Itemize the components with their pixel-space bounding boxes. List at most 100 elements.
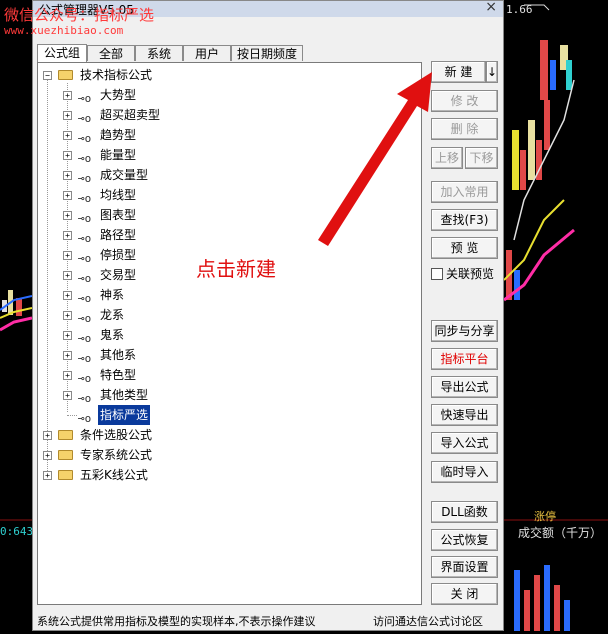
tree-node-label: 大势型 xyxy=(100,88,137,102)
expand-icon[interactable]: + xyxy=(63,251,72,260)
expand-icon[interactable]: + xyxy=(63,191,72,200)
tab-formula-group[interactable]: 公式组 xyxy=(37,44,87,62)
limit-up-label: 涨停 xyxy=(534,510,556,523)
expand-icon[interactable]: + xyxy=(63,151,72,160)
close-button[interactable]: 关 闭 xyxy=(431,583,498,605)
tree-node-child[interactable]: + ⊸o 大势型 xyxy=(38,85,418,105)
restore-formula-button[interactable]: 公式恢复 xyxy=(431,529,498,551)
tree-node-child[interactable]: + ⊸o 能量型 xyxy=(38,145,418,165)
tree-node-label: 超买超卖型 xyxy=(100,108,161,122)
expand-icon[interactable]: + xyxy=(63,291,72,300)
tree-node-label: 成交量型 xyxy=(100,168,149,182)
preview-button[interactable]: 预 览 xyxy=(431,237,498,259)
edit-button[interactable]: 修 改 xyxy=(431,90,498,112)
expand-icon[interactable]: + xyxy=(63,91,72,100)
tree-node-child[interactable]: + ⊸o 成交量型 xyxy=(38,165,418,185)
tree-node-child[interactable]: + ⊸o 趋势型 xyxy=(38,125,418,145)
expand-icon[interactable]: + xyxy=(63,131,72,140)
tab-system[interactable]: 系统 xyxy=(135,45,183,61)
temp-import-button[interactable]: 临时导入 xyxy=(431,461,498,483)
expand-icon[interactable]: + xyxy=(43,471,52,480)
export-formula-button[interactable]: 导出公式 xyxy=(431,376,498,398)
tree-node-child[interactable]: + ⊸o 路径型 xyxy=(38,225,418,245)
ui-settings-button[interactable]: 界面设置 xyxy=(431,556,498,578)
turnover-label: 成交额（千万） xyxy=(518,526,603,540)
indicator-platform-button[interactable]: 指标平台 xyxy=(431,348,498,370)
expand-icon[interactable]: + xyxy=(43,451,52,460)
delete-button[interactable]: 删 除 xyxy=(431,118,498,140)
dll-function-button[interactable]: DLL函数 xyxy=(431,501,498,523)
tree-node-child[interactable]: + ⊸o 超买超卖型 xyxy=(38,105,418,125)
expand-icon[interactable]: + xyxy=(63,271,72,280)
expand-icon[interactable]: + xyxy=(43,431,52,440)
tree-node-stock-screening[interactable]: + 条件选股公式 xyxy=(38,425,418,445)
new-button[interactable]: 新 建 xyxy=(431,61,486,83)
chart-background-right: 1.66 涨停 成交额（千万） xyxy=(504,0,608,631)
tree-node-child[interactable]: + ⊸o 龙系 xyxy=(38,305,418,325)
tab-by-date-frequency[interactable]: 按日期频度 xyxy=(231,45,303,61)
tree-node-label: 其他类型 xyxy=(100,388,149,402)
import-formula-button[interactable]: 导入公式 xyxy=(431,432,498,454)
tree-node-label: 条件选股公式 xyxy=(80,428,153,442)
tree-node-label: 均线型 xyxy=(100,188,137,202)
tree-node-label: 专家系统公式 xyxy=(80,448,153,462)
find-button[interactable]: 查找(F3) xyxy=(431,209,498,231)
expand-icon[interactable]: + xyxy=(63,311,72,320)
related-preview-label: 关联预览 xyxy=(446,267,495,281)
tree-node-label: 路径型 xyxy=(100,228,137,242)
expand-icon[interactable]: + xyxy=(63,111,72,120)
tree-node-colored-kline[interactable]: + 五彩K线公式 xyxy=(38,465,418,485)
folder-icon xyxy=(58,430,73,440)
tree-node-child[interactable]: + ⊸o 鬼系 xyxy=(38,325,418,345)
expand-icon[interactable]: + xyxy=(63,351,72,360)
expand-icon[interactable]: + xyxy=(63,231,72,240)
top-right-value: 1.66 xyxy=(506,3,533,16)
status-bar: 系统公式提供常用指标及模型的实现样本,不表示操作建议 访问通达信公式讨论区 xyxy=(33,613,503,631)
folder-icon xyxy=(58,70,73,80)
status-text: 系统公式提供常用指标及模型的实现样本,不表示操作建议 xyxy=(37,615,316,628)
watermark-url: www.xuezhibiao.com xyxy=(4,24,124,37)
tree-node-child[interactable]: + ⊸o 特色型 xyxy=(38,365,418,385)
watermark-wechat: 微信公众号：指标严选 xyxy=(4,6,155,24)
tab-all[interactable]: 全部 xyxy=(87,45,135,61)
forum-link[interactable]: 访问通达信公式讨论区 xyxy=(373,613,483,631)
tree-node-child[interactable]: + ⊸o 其他系 xyxy=(38,345,418,365)
formula-tree[interactable]: − 技术指标公式 + ⊸o 大势型 + ⊸o 超买超卖型 + ⊸o 趋势型 + ⊸o 能量型 +… xyxy=(37,62,422,605)
move-down-button[interactable]: 下移 xyxy=(465,147,498,169)
left-value-readout: 0:643 xyxy=(0,525,34,538)
folder-icon xyxy=(58,450,73,460)
expand-icon[interactable]: + xyxy=(63,371,72,380)
tree-node-label: 图表型 xyxy=(100,208,137,222)
tree-node-label: 技术指标公式 xyxy=(80,68,153,82)
tree-node-label: 龙系 xyxy=(100,308,125,322)
tree-connector xyxy=(67,415,77,416)
tree-node-label: 能量型 xyxy=(100,148,137,162)
annotation-click-new: 点击新建 xyxy=(196,257,276,281)
new-dropdown-button[interactable]: ↓ xyxy=(486,61,498,83)
sync-share-button[interactable]: 同步与分享 xyxy=(431,320,498,342)
folder-icon xyxy=(58,470,73,480)
tree-node-child[interactable]: + ⊸o 图表型 xyxy=(38,205,418,225)
tree-node-label: 鬼系 xyxy=(100,328,125,342)
collapse-icon[interactable]: − xyxy=(43,71,52,80)
expand-icon[interactable]: + xyxy=(63,331,72,340)
expand-icon[interactable]: + xyxy=(63,171,72,180)
quick-export-button[interactable]: 快速导出 xyxy=(431,404,498,426)
add-common-button[interactable]: 加入常用 xyxy=(431,181,498,203)
tab-user[interactable]: 用户 xyxy=(183,45,231,61)
expand-icon[interactable]: + xyxy=(63,211,72,220)
close-icon[interactable]: × xyxy=(485,0,497,15)
tree-node-expert-system[interactable]: + 专家系统公式 xyxy=(38,445,418,465)
tree-node-child[interactable]: + ⊸o 神系 xyxy=(38,285,418,305)
tree-node-child[interactable]: + ⊸o 均线型 xyxy=(38,185,418,205)
formula-manager-dialog: 公式管理器V5.05 × 公式组 全部 系统 用户 按日期频度 − 技术指标公式… xyxy=(32,0,504,631)
tree-node-label: 停损型 xyxy=(100,248,137,262)
tree-node-child[interactable]: + ⊸o 其他类型 xyxy=(38,385,418,405)
tree-node-label: 神系 xyxy=(100,288,125,302)
tree-node-label: 趋势型 xyxy=(100,128,137,142)
move-up-button[interactable]: 上移 xyxy=(431,147,463,169)
tree-node-selected[interactable]: ⊸o 指标严选 xyxy=(38,405,418,425)
tree-node-technical-indicators[interactable]: − 技术指标公式 xyxy=(38,65,418,85)
related-preview-checkbox[interactable] xyxy=(431,268,443,280)
expand-icon[interactable]: + xyxy=(63,391,72,400)
